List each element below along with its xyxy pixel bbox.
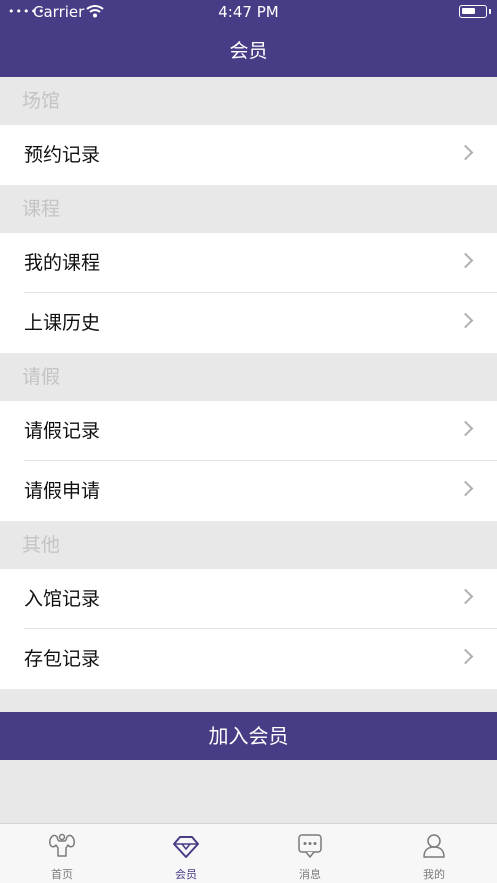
status-bar: ••••• Carrier 4:47 PM: [0, 0, 497, 26]
row-class-history[interactable]: 上课历史: [0, 293, 497, 353]
chevron-right-icon: [457, 648, 474, 665]
chevron-right-icon: [457, 588, 474, 605]
chevron-right-icon: [457, 312, 474, 329]
muscle-icon: [47, 832, 77, 860]
chevron-right-icon: [457, 480, 474, 497]
row-label: 请假记录: [24, 420, 101, 442]
tab-label: 首页: [51, 868, 73, 881]
tab-home[interactable]: 首页: [0, 824, 124, 883]
chevron-right-icon: [457, 144, 474, 161]
row-entry-records[interactable]: 入馆记录: [0, 569, 497, 629]
diamond-icon: [171, 832, 201, 860]
tab-label: 我的: [423, 868, 445, 881]
section-header-other: 其他: [0, 521, 497, 569]
row-label: 上课历史: [24, 312, 101, 334]
row-locker-records[interactable]: 存包记录: [0, 629, 497, 689]
tab-label: 会员: [175, 868, 197, 881]
join-member-button[interactable]: 加入会员: [0, 712, 497, 760]
row-label: 入馆记录: [24, 588, 101, 610]
chevron-right-icon: [457, 252, 474, 269]
tab-member[interactable]: 会员: [124, 824, 248, 883]
navigation-bar: ••••• Carrier 4:47 PM 会员: [0, 0, 497, 77]
row-label: 存包记录: [24, 648, 101, 670]
message-icon: [295, 832, 325, 860]
person-icon: [419, 832, 449, 860]
section-header-courses: 课程: [0, 185, 497, 233]
tab-bar: 首页 会员 消息 我的: [0, 823, 497, 883]
row-booking-records[interactable]: 预约记录: [0, 125, 497, 185]
row-label: 请假申请: [24, 480, 101, 502]
member-screen: ••••• Carrier 4:47 PM 会员 场馆 预约记录 课程 我的课程…: [0, 0, 497, 883]
section-header-venue: 场馆: [0, 77, 497, 125]
row-label: 我的课程: [24, 252, 101, 274]
clock: 4:47 PM: [218, 3, 279, 21]
row-leave-records[interactable]: 请假记录: [0, 401, 497, 461]
row-label: 预约记录: [24, 144, 101, 166]
battery-icon: [459, 5, 491, 18]
page-title: 会员: [229, 40, 268, 62]
row-my-courses[interactable]: 我的课程: [0, 233, 497, 293]
section-header-leave: 请假: [0, 353, 497, 401]
tab-messages[interactable]: 消息: [248, 824, 372, 883]
row-leave-request[interactable]: 请假申请: [0, 461, 497, 521]
tab-mine[interactable]: 我的: [372, 824, 496, 883]
tab-label: 消息: [299, 868, 321, 881]
chevron-right-icon: [457, 420, 474, 437]
